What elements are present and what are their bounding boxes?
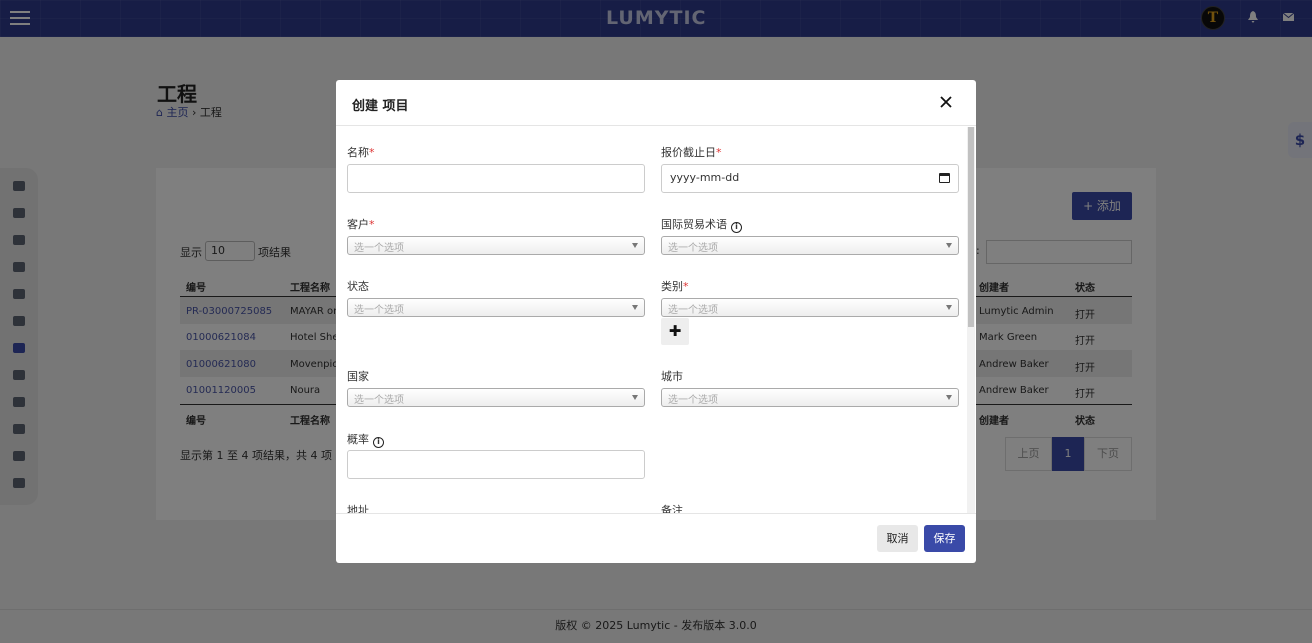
country-label: 国家 bbox=[347, 370, 369, 383]
calendar-icon[interactable] bbox=[939, 173, 950, 183]
chevron-down-icon bbox=[946, 243, 952, 248]
customer-label: 客户* bbox=[347, 218, 375, 231]
category-label: 类别* bbox=[661, 280, 689, 293]
country-select[interactable]: 选一个选项 bbox=[347, 388, 645, 407]
category-select[interactable]: 选一个选项 bbox=[661, 298, 959, 317]
modal-footer: 取消 保存 bbox=[336, 513, 976, 563]
city-select[interactable]: 选一个选项 bbox=[661, 388, 959, 407]
probability-label: 概率 i bbox=[347, 431, 384, 448]
probability-input[interactable] bbox=[347, 450, 645, 479]
chevron-down-icon bbox=[632, 305, 638, 310]
chevron-down-icon bbox=[632, 243, 638, 248]
modal-header: 创建 项目 bbox=[336, 80, 976, 126]
incoterm-label: 国际贸易术语 i bbox=[661, 216, 742, 233]
city-label: 城市 bbox=[661, 370, 683, 383]
deadline-label: 报价截止日* bbox=[661, 146, 722, 159]
notes-label: 备注 bbox=[661, 504, 683, 513]
save-button[interactable]: 保存 bbox=[924, 525, 965, 552]
name-label: 名称* bbox=[347, 146, 375, 159]
address-label: 地址 bbox=[347, 504, 369, 513]
status-label: 状态 bbox=[347, 280, 369, 293]
cancel-button[interactable]: 取消 bbox=[877, 525, 918, 552]
add-category-button[interactable]: ✚ bbox=[661, 318, 689, 345]
deadline-date-input[interactable]: yyyy-mm-dd bbox=[661, 164, 959, 193]
incoterm-select[interactable]: 选一个选项 bbox=[661, 236, 959, 255]
status-select[interactable]: 选一个选项 bbox=[347, 298, 645, 317]
close-icon[interactable] bbox=[938, 94, 954, 110]
info-icon[interactable]: i bbox=[731, 222, 742, 233]
name-input[interactable] bbox=[347, 164, 645, 193]
modal-title: 创建 项目 bbox=[352, 99, 409, 114]
info-icon[interactable]: i bbox=[373, 437, 384, 448]
chevron-down-icon bbox=[946, 395, 952, 400]
chevron-down-icon bbox=[946, 305, 952, 310]
create-project-modal: 创建 项目 名称* 报价截止日* yyyy-mm-dd 客户* 选一个选项 国际… bbox=[336, 80, 976, 563]
modal-body: 名称* 报价截止日* yyyy-mm-dd 客户* 选一个选项 国际贸易术语 i … bbox=[336, 127, 976, 513]
chevron-down-icon bbox=[632, 395, 638, 400]
customer-select[interactable]: 选一个选项 bbox=[347, 236, 645, 255]
modal-scrollbar-thumb[interactable] bbox=[968, 127, 974, 327]
